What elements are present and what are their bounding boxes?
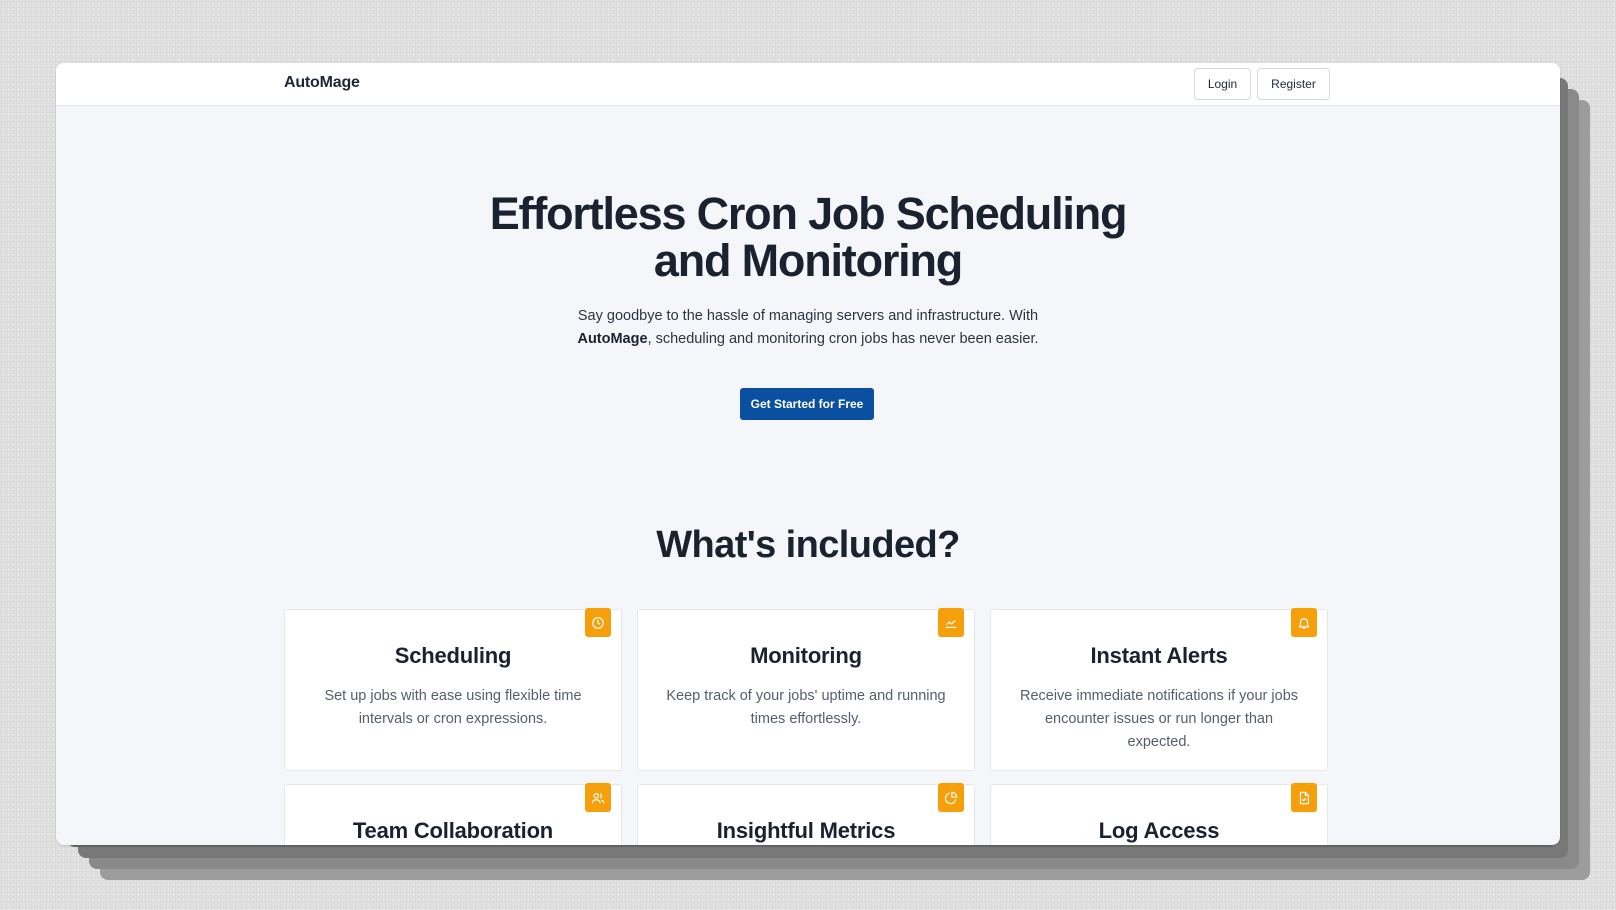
register-button[interactable]: Register [1257, 68, 1330, 100]
browser-window: AutoMage Login Register Effortless Cron … [56, 63, 1560, 845]
features-heading: What's included? [656, 524, 960, 566]
feature-title: Insightful Metrics [716, 818, 896, 843]
bell-icon [1291, 608, 1317, 637]
brand-logo[interactable]: AutoMage [284, 74, 360, 92]
chart-line-icon [938, 608, 964, 637]
file-icon [1291, 783, 1317, 812]
hero-subtitle-line: Say goodbye to the hassle of managing se… [577, 308, 1039, 324]
feature-card-log-access: Log Access [990, 783, 1328, 845]
hero-subtitle-line: AutoMage, scheduling and monitoring cron… [56, 328, 1560, 351]
feature-title: Scheduling [394, 643, 512, 668]
feature-card-team-collaboration: Team Collaboration [284, 783, 622, 845]
hero-subtitle-text: , scheduling and monitoring cron jobs ha… [647, 331, 1039, 347]
hero-title-line: and Monitoring [653, 235, 963, 286]
hero-title: Effortless Cron Job Scheduling and Monit… [56, 190, 1560, 284]
top-navbar: AutoMage Login Register [56, 63, 1560, 106]
feature-card-instant-alerts: Instant Alerts Receive immediate notific… [990, 608, 1328, 771]
hero-subtitle-brand: AutoMage [577, 331, 648, 347]
feature-card-insightful-metrics: Insightful Metrics [637, 783, 975, 845]
login-button[interactable]: Login [1194, 68, 1251, 100]
feature-description: Set up jobs with ease using flexible tim… [324, 688, 582, 727]
hero-title-line: Effortless Cron Job Scheduling [489, 188, 1128, 239]
feature-card-monitoring: Monitoring Keep track of your jobs' upti… [637, 608, 975, 771]
feature-card-scheduling: Scheduling Set up jobs with ease using f… [284, 608, 622, 771]
feature-title: Log Access [1098, 818, 1220, 843]
get-started-button[interactable]: Get Started for Free [740, 388, 874, 420]
feature-title: Team Collaboration [352, 818, 554, 843]
pie-chart-icon [938, 783, 964, 812]
feature-title: Monitoring [750, 643, 862, 668]
feature-description: Keep track of your jobs' uptime and runn… [666, 688, 946, 727]
clock-icon [585, 608, 611, 637]
users-icon [585, 783, 611, 812]
feature-description: Receive immediate notifications if your … [1019, 688, 1299, 750]
feature-title: Instant Alerts [1090, 643, 1228, 668]
hero-subtitle: Say goodbye to the hassle of managing se… [56, 305, 1560, 351]
